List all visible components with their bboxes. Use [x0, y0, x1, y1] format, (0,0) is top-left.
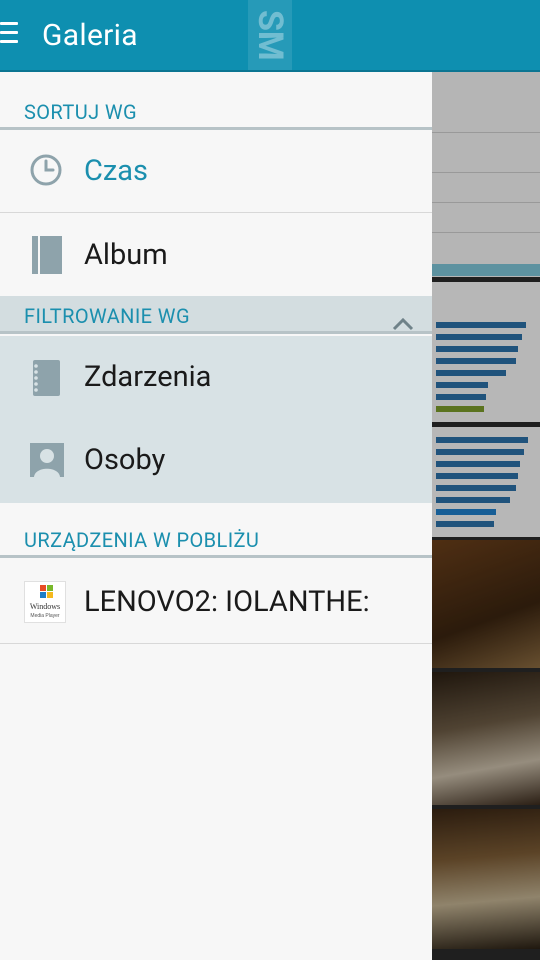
device-item-lenovo2-label: LENOVO2: IOLANTHE:: [84, 585, 370, 619]
filter-item-people[interactable]: Osoby: [0, 419, 432, 503]
device-item-lenovo2[interactable]: Windows Media Player LENOVO2: IOLANTHE:: [0, 561, 432, 644]
filter-item-events-label: Zdarzenia: [84, 360, 212, 394]
clock-icon: [28, 152, 64, 188]
sort-item-album[interactable]: Album: [0, 214, 432, 297]
section-header-devices: URZĄDZENIA W POBLIŻU: [0, 520, 432, 558]
section-header-filter-label: FILTROWANIE WG: [24, 304, 190, 328]
section-header-filter[interactable]: FILTROWANIE WG: [0, 296, 432, 334]
navigation-drawer-menu-icon[interactable]: [0, 20, 22, 50]
sort-item-album-label: Album: [84, 238, 168, 272]
sort-item-time-label: Czas: [84, 154, 149, 188]
wmp-icon-text-1: Windows: [30, 602, 60, 611]
sort-item-time[interactable]: Czas: [0, 130, 432, 213]
wmp-icon-text-2: Media Player: [30, 613, 60, 619]
filter-item-events[interactable]: Zdarzenia: [0, 336, 432, 419]
drawer-scrim[interactable]: [432, 72, 540, 960]
section-header-sort: SORTUJ WG: [0, 92, 432, 130]
navigation-drawer: SORTUJ WG Czas Album FILTROWANIE WG Zdar…: [0, 72, 432, 960]
windows-media-player-icon: Windows Media Player: [24, 581, 66, 623]
filter-item-people-label: Osoby: [84, 443, 166, 477]
chevron-up-icon[interactable]: [392, 306, 414, 331]
album-icon: [32, 236, 62, 274]
action-bar: Galeria SM: [0, 0, 540, 72]
gallery-thumbnails-background: [432, 72, 540, 960]
person-icon: [30, 443, 64, 477]
app-title: Galeria: [42, 18, 138, 53]
samsung-watermark: SM: [248, 0, 292, 70]
notebook-icon: [30, 360, 62, 396]
